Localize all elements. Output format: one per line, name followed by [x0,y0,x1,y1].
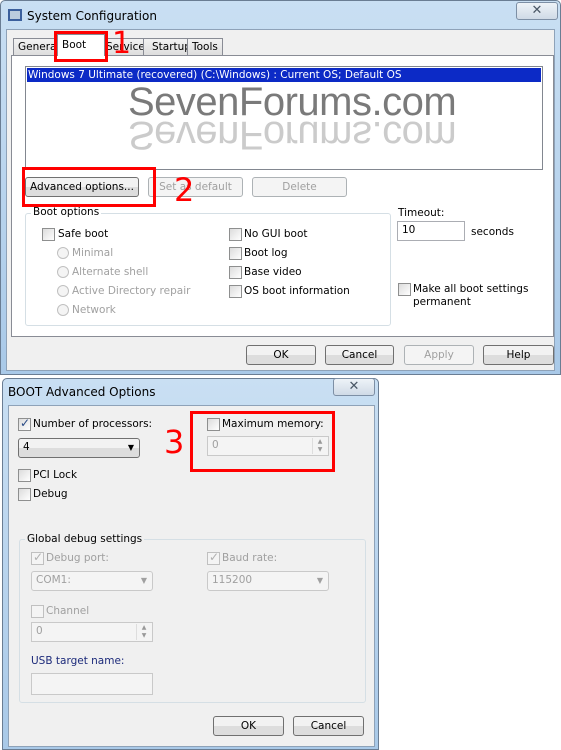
usb-target-input[interactable] [31,673,153,695]
debug-port-dropdown[interactable]: COM1: ▼ [31,571,153,591]
close-icon: ✕ [531,3,543,18]
usb-target-label: USB target name: [31,655,125,667]
base-video-checkbox[interactable] [229,266,242,279]
adv-cancel-button[interactable]: Cancel [293,716,364,736]
timeout-input[interactable]: 10 [397,221,465,241]
channel-checkbox[interactable] [31,605,44,618]
chevron-down-icon: ▼ [140,576,147,585]
annotation-box-2 [22,167,156,207]
boot-options-label: Boot options [31,206,102,218]
msconfig-icon [8,9,22,21]
make-permanent-label-2: permanent [413,296,471,308]
adv-close-button[interactable]: ✕ [333,378,375,396]
window-title: System Configuration [27,9,157,23]
num-processors-checkbox[interactable] [18,416,31,431]
os-boot-info-checkbox[interactable] [229,285,242,298]
spinner-arrows-icon[interactable]: ▲ ▼ [312,438,327,454]
annotation-box-1 [54,31,108,62]
adv-ok-button[interactable]: OK [213,716,284,736]
num-processors-label: Number of processors: [33,418,153,430]
safe-boot-checkbox[interactable] [42,228,55,241]
alternate-shell-radio[interactable] [57,266,69,278]
no-gui-boot-checkbox[interactable] [229,228,242,241]
close-button[interactable]: ✕ [516,2,558,20]
boot-log-checkbox[interactable] [229,247,242,260]
baud-rate-checkbox[interactable] [207,550,220,565]
ad-repair-label: Active Directory repair [72,285,191,297]
debug-port-label: Debug port: [46,552,109,564]
timeout-unit: seconds [471,226,514,238]
annotation-2: 2 [174,171,195,209]
tab-tools[interactable]: Tools [187,38,223,56]
alternate-shell-label: Alternate shell [72,266,149,278]
safe-boot-label: Safe boot [58,228,109,240]
cancel-button[interactable]: Cancel [325,345,394,365]
global-debug-label: Global debug settings [25,533,145,545]
pci-lock-label: PCI Lock [33,469,78,481]
ok-button[interactable]: OK [246,345,316,365]
max-memory-spinner[interactable]: 0 ▲ ▼ [207,436,329,456]
network-radio[interactable] [57,304,69,316]
chevron-down-icon: ▼ [316,576,323,585]
spinner-arrows-icon[interactable]: ▲ ▼ [136,624,151,640]
timeout-label: Timeout: [398,207,445,219]
make-permanent-checkbox[interactable] [398,283,411,296]
debug-port-checkbox[interactable] [31,550,44,565]
channel-spinner[interactable]: 0 ▲ ▼ [31,622,153,642]
os-boot-info-label: OS boot information [244,285,350,297]
num-processors-dropdown[interactable]: 4 ▼ [18,438,140,458]
minimal-radio[interactable] [57,247,69,259]
chevron-down-icon: ▼ [127,443,134,452]
network-label: Network [72,304,116,316]
debug-checkbox[interactable] [18,488,31,501]
baud-rate-dropdown[interactable]: 115200 ▼ [207,571,329,591]
max-memory-label: Maximum memory: [222,418,324,430]
base-video-label: Base video [244,266,302,278]
ad-repair-radio[interactable] [57,285,69,297]
close-icon: ✕ [348,379,360,394]
pci-lock-checkbox[interactable] [18,469,31,482]
annotation-3: 3 [164,423,185,461]
annotation-1: 1 [112,26,132,61]
channel-label: Channel [46,605,90,617]
make-permanent-label: Make all boot settings [413,283,529,295]
delete-button[interactable]: Delete [252,177,347,197]
boot-log-label: Boot log [244,247,288,259]
baud-rate-label: Baud rate: [222,552,278,564]
set-as-default-button[interactable]: Set as default [148,177,243,197]
help-button[interactable]: Help [483,345,554,365]
max-memory-checkbox[interactable] [207,418,220,431]
no-gui-boot-label: No GUI boot [244,228,308,240]
watermark-reflection: SevenForums.com [128,113,457,157]
adv-window-title: BOOT Advanced Options [8,385,156,399]
apply-button[interactable]: Apply [404,345,474,365]
minimal-label: Minimal [72,247,114,259]
debug-label: Debug [33,488,68,500]
